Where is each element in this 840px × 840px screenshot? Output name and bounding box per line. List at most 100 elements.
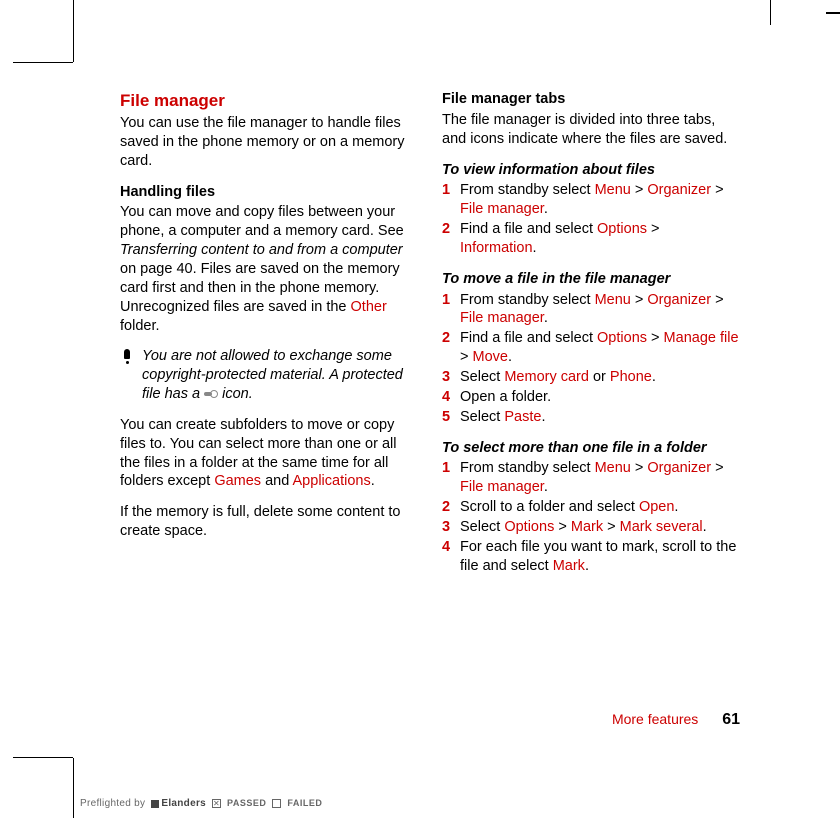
subfolders-paragraph: You can create subfolders to move or cop… xyxy=(120,416,418,491)
menu-path: Memory card xyxy=(504,369,589,385)
note-callout: You are not allowed to exchange some cop… xyxy=(120,347,418,404)
step-item: 2Find a file and select Options > Inform… xyxy=(460,220,740,258)
step-number: 1 xyxy=(442,459,460,497)
menu-path: File manager xyxy=(460,479,544,495)
menu-path: Organizer xyxy=(647,460,711,476)
step-text: Find a file and select Options > Informa… xyxy=(460,220,740,258)
step-item: 1From standby select Menu > Organizer > … xyxy=(460,459,740,497)
text: You are not allowed to exchange some cop… xyxy=(142,348,403,402)
step-number: 3 xyxy=(442,368,460,387)
menu-path: Mark xyxy=(553,558,585,574)
failed-checkbox-icon xyxy=(272,799,281,808)
page-content: File manager You can use the file manage… xyxy=(120,90,740,587)
step-number: 2 xyxy=(442,220,460,258)
menu-path: Move xyxy=(473,349,508,365)
step-text: Select Paste. xyxy=(460,408,545,427)
preflight-bar: Preflighted by Elanders PASSED FAILED xyxy=(80,797,322,810)
crop-mark xyxy=(73,0,74,62)
preflight-label: Preflighted by xyxy=(80,797,145,810)
menu-path: File manager xyxy=(460,310,544,326)
company-logo-icon xyxy=(151,800,159,808)
menu-path: File manager xyxy=(460,201,544,217)
preflight-company: Elanders xyxy=(151,797,206,810)
steps-move-file: 1From standby select Menu > Organizer > … xyxy=(442,291,740,427)
subheading-tabs: File manager tabs xyxy=(442,90,740,109)
step-item: 4For each file you want to mark, scroll … xyxy=(460,538,740,576)
menu-path: Mark several xyxy=(620,519,703,535)
step-number: 4 xyxy=(442,388,460,407)
menu-path: Menu xyxy=(595,460,631,476)
step-text: For each file you want to mark, scroll t… xyxy=(460,538,740,576)
menu-path: Menu xyxy=(595,292,631,308)
step-item: 3Select Options > Mark > Mark several. xyxy=(460,518,740,537)
step-item: 2Scroll to a folder and select Open. xyxy=(460,498,740,517)
menu-path: Open xyxy=(639,499,674,515)
subheading-handling-files: Handling files xyxy=(120,183,418,202)
tabs-paragraph: The file manager is divided into three t… xyxy=(442,111,740,149)
step-text: Scroll to a folder and select Open. xyxy=(460,498,678,517)
text: You can move and copy files between your… xyxy=(120,204,404,239)
step-item: 4Open a folder. xyxy=(460,388,740,407)
text: and xyxy=(261,473,292,489)
step-item: 5Select Paste. xyxy=(460,408,740,427)
step-item: 1From standby select Menu > Organizer > … xyxy=(460,181,740,219)
menu-path: Information xyxy=(460,240,533,256)
procedure-heading-view-info: To view information about files xyxy=(442,161,740,180)
crop-mark xyxy=(826,12,840,14)
right-column: File manager tabs The file manager is di… xyxy=(442,90,740,587)
text: icon. xyxy=(218,386,253,402)
page-footer: More features 61 xyxy=(612,710,740,731)
company-name: Elanders xyxy=(161,797,206,810)
step-item: 2Find a file and select Options > Manage… xyxy=(460,329,740,367)
step-item: 3Select Memory card or Phone. xyxy=(460,368,740,387)
menu-path: Options xyxy=(597,221,647,237)
step-text: Find a file and select Options > Manage … xyxy=(460,329,740,367)
menu-path-other: Other xyxy=(351,299,387,315)
crop-mark xyxy=(13,62,73,63)
menu-path: Options xyxy=(504,519,554,535)
menu-path: Organizer xyxy=(647,292,711,308)
step-number: 1 xyxy=(442,181,460,219)
info-icon xyxy=(120,347,134,364)
menu-path: Organizer xyxy=(647,182,711,198)
steps-select-multiple: 1From standby select Menu > Organizer > … xyxy=(442,459,740,575)
menu-path: Menu xyxy=(595,182,631,198)
step-number: 5 xyxy=(442,408,460,427)
menu-path: Paste xyxy=(504,409,541,425)
crop-mark xyxy=(770,0,771,25)
crop-mark xyxy=(13,757,73,758)
step-number: 2 xyxy=(442,498,460,517)
step-number: 4 xyxy=(442,538,460,576)
failed-label: FAILED xyxy=(287,798,322,810)
passed-checkbox-icon xyxy=(212,799,221,808)
steps-view-info: 1From standby select Menu > Organizer > … xyxy=(442,181,740,257)
step-text: From standby select Menu > Organizer > F… xyxy=(460,459,740,497)
text: . xyxy=(371,473,375,489)
menu-path-games: Games xyxy=(214,473,261,489)
step-number: 1 xyxy=(442,291,460,329)
menu-path: Phone xyxy=(610,369,652,385)
memory-full-paragraph: If the memory is full, delete some conte… xyxy=(120,503,418,541)
procedure-heading-move-file: To move a file in the file manager xyxy=(442,270,740,289)
step-text: Open a folder. xyxy=(460,388,551,407)
step-text: From standby select Menu > Organizer > F… xyxy=(460,291,740,329)
intro-paragraph: You can use the file manager to handle f… xyxy=(120,114,418,171)
protected-key-icon xyxy=(204,390,218,398)
crop-mark xyxy=(73,758,74,818)
step-number: 3 xyxy=(442,518,460,537)
step-text: From standby select Menu > Organizer > F… xyxy=(460,181,740,219)
menu-path: Options xyxy=(597,330,647,346)
left-column: File manager You can use the file manage… xyxy=(120,90,418,587)
note-text: You are not allowed to exchange some cop… xyxy=(142,347,418,404)
passed-label: PASSED xyxy=(227,798,266,810)
procedure-heading-select-multiple: To select more than one file in a folder xyxy=(442,439,740,458)
menu-path: Mark xyxy=(571,519,603,535)
page-number: 61 xyxy=(722,711,740,728)
step-item: 1From standby select Menu > Organizer > … xyxy=(460,291,740,329)
step-text: Select Options > Mark > Mark several. xyxy=(460,518,707,537)
cross-reference: Transferring content to and from a compu… xyxy=(120,242,403,258)
footer-section-name: More features xyxy=(612,711,698,727)
menu-path: Manage file xyxy=(664,330,739,346)
handling-files-paragraph: You can move and copy files between your… xyxy=(120,203,418,335)
text: folder. xyxy=(120,318,160,334)
